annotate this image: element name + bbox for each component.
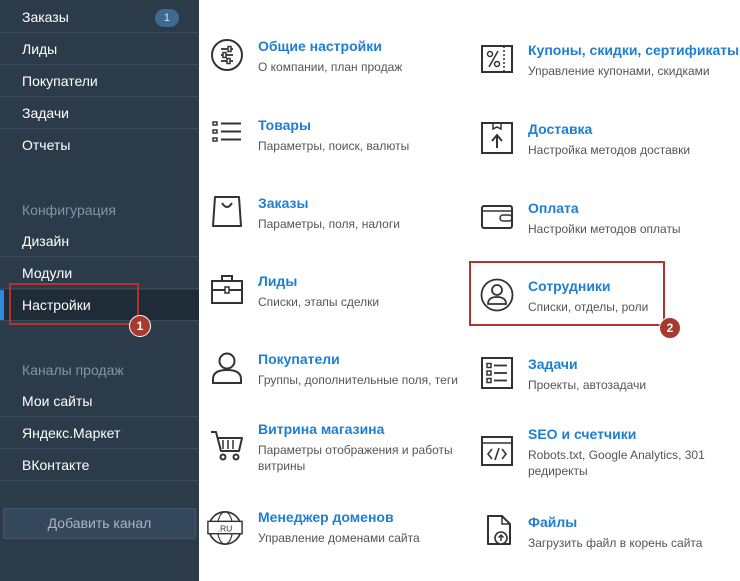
sidebar-item-vkontakte[interactable]: ВКонтакте (0, 450, 199, 481)
tile-desc: Списки, этапы сделки (258, 295, 380, 309)
file-upload-icon (487, 515, 511, 545)
sidebar-item-tasks[interactable]: Задачи (0, 98, 199, 129)
tile-title: Товары (258, 117, 311, 133)
sidebar-item-label: Заказы (22, 9, 69, 25)
code-window-icon (481, 436, 513, 466)
tile-storefront[interactable]: Витрина магазина Параметры отображения и… (210, 421, 460, 473)
tile-desc: Загрузить файл в корень сайта (528, 536, 703, 550)
orders-count-badge: 1 (154, 9, 179, 27)
tile-title: Витрина магазина (258, 421, 385, 437)
user-icon (212, 352, 242, 384)
tile-desc: О компании, план продаж (258, 60, 403, 74)
tile-desc: Управление купонами, скидками (528, 64, 710, 78)
checklist-icon (481, 357, 513, 389)
tile-desc: Настройка методов доставки (528, 143, 691, 157)
sidebar-item-yandex-market[interactable]: Яндекс.Маркет (0, 418, 199, 449)
tile-leads[interactable]: Лиды Списки, этапы сделки (210, 273, 460, 313)
shopping-cart-icon (211, 431, 243, 461)
coupon-icon (481, 45, 513, 73)
tile-products[interactable]: Товары Параметры, поиск, валюты (210, 117, 460, 157)
tile-title: Задачи (528, 356, 578, 372)
tile-title: Покупатели (258, 351, 340, 367)
sidebar-item-orders[interactable]: Заказы 1 (0, 2, 199, 33)
tile-desc: Группы, дополнительные поля, теги (258, 373, 458, 387)
tile-desc: Проекты, автозадачи (528, 378, 647, 392)
tile-desc: Управление доменами сайта (258, 531, 420, 545)
tile-general-settings[interactable]: Общие настройки О компании, план продаж (210, 38, 460, 78)
tile-desc: Настройки методов оплаты (528, 222, 681, 236)
tile-title: Менеджер доменов (258, 509, 394, 525)
tile-title: Заказы (258, 195, 309, 211)
tile-title: Файлы (528, 514, 578, 530)
sidebar-item-reports[interactable]: Отчеты (0, 130, 199, 161)
tile-coupons[interactable]: Купоны, скидки, сертификаты Управление к… (480, 42, 740, 82)
active-indicator (0, 290, 4, 320)
add-channel-button[interactable]: Добавить канал (3, 508, 196, 539)
sidebar-item-design[interactable]: Дизайн (0, 226, 199, 257)
tile-title: Купоны, скидки, сертификаты (528, 42, 740, 58)
tile-desc-line2: редиректы (528, 464, 588, 478)
section-heading-channels: Каналы продаж (22, 362, 124, 378)
globe-ru-icon: .RU (207, 510, 243, 546)
sliders-icon (211, 39, 243, 71)
tile-desc: Параметры, поиск, валюты (258, 139, 410, 153)
tile-payment[interactable]: Оплата Настройки методов оплаты (480, 200, 730, 240)
tile-desc: Параметры, поля, налоги (258, 217, 400, 231)
globe-ru-label: .RU (218, 523, 233, 533)
tile-domain-manager[interactable]: .RU Менеджер доменов Управление доменами… (206, 509, 456, 549)
step-marker-2: 2 (659, 317, 681, 339)
tile-buyers[interactable]: Покупатели Группы, дополнительные поля, … (210, 351, 470, 391)
section-heading-config: Конфигурация (22, 202, 116, 218)
tile-tasks[interactable]: Задачи Проекты, автозадачи (480, 356, 730, 396)
tile-files[interactable]: Файлы Загрузить файл в корень сайта (480, 514, 730, 554)
shopping-bag-icon (212, 196, 242, 227)
tile-desc-line2: витрины (258, 459, 306, 473)
sidebar-item-buyers[interactable]: Покупатели (0, 66, 199, 97)
tile-title: Доставка (528, 121, 593, 137)
tile-delivery[interactable]: Доставка Настройка методов доставки (480, 121, 730, 161)
list-icon (212, 121, 241, 142)
tile-title: Оплата (528, 200, 579, 216)
sidebar-item-my-sites[interactable]: Мои сайты (0, 386, 199, 417)
box-upload-icon (481, 122, 513, 154)
tile-title: Лиды (258, 273, 298, 289)
tile-title: Общие настройки (258, 38, 382, 54)
briefcase-icon (211, 275, 243, 304)
highlight-box-staff (469, 261, 665, 326)
wallet-icon (481, 205, 513, 229)
highlight-box-settings (9, 283, 139, 325)
tile-title: SEO и счетчики (528, 426, 637, 442)
step-marker-1: 1 (129, 315, 151, 337)
tile-orders[interactable]: Заказы Параметры, поля, налоги (210, 195, 460, 235)
tile-seo[interactable]: SEO и счетчики Robots.txt, Google Analyt… (480, 426, 730, 478)
sidebar-item-leads[interactable]: Лиды (0, 34, 199, 65)
